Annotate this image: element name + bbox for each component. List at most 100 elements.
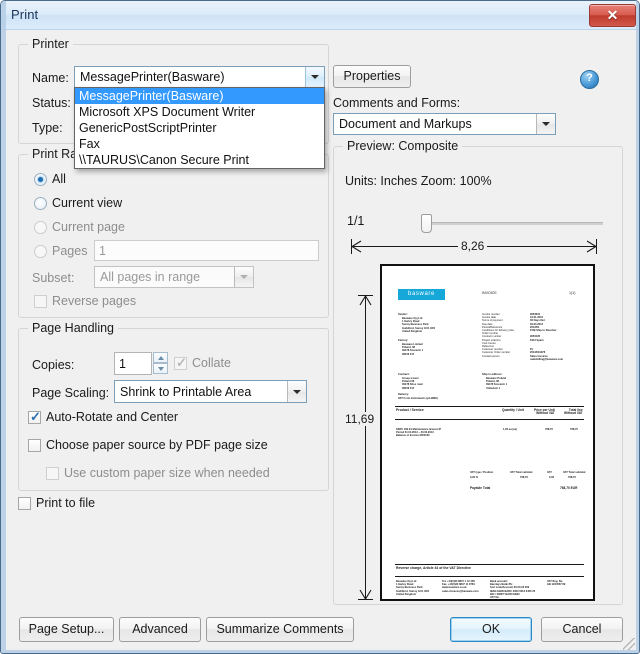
page-setup-button[interactable]: Page Setup...: [19, 617, 114, 642]
comments-and-forms-combo[interactable]: Document and Markups: [333, 113, 556, 135]
print-dialog-window: Print ✕ Printer Name: Status: Type: Mess…: [0, 0, 640, 654]
dialog-client-area: Printer Name: Status: Type: MessagePrint…: [6, 30, 636, 650]
ok-button[interactable]: OK: [450, 617, 532, 642]
page-scaling-combo-arrow[interactable]: [287, 381, 306, 402]
collate-label: Collate: [192, 356, 231, 370]
preview-height-label: 11,69: [342, 412, 378, 426]
chevron-down-icon: [311, 75, 319, 79]
invoice-line-item-qty: 1,00 ea (ea): [503, 428, 517, 431]
title-bar: Print ✕: [1, 1, 639, 30]
radio-current-page: [34, 221, 47, 234]
custom-paper-checkbox: [46, 467, 59, 480]
subset-label: Subset:: [32, 271, 75, 285]
width-arrow-left-icon: [351, 240, 362, 253]
collate-checkbox: ✓: [174, 356, 187, 370]
preview-units-zoom: Units: Inches Zoom: 100%: [345, 174, 492, 188]
invoice-vat-row-type: 0,00 %: [470, 476, 479, 479]
preview-zoom-slider-track[interactable]: [425, 222, 603, 225]
invoice-payable-label: Payable Total: [470, 486, 491, 490]
printer-group-legend: Printer: [28, 37, 73, 51]
preview-page[interactable]: basware INVOICE 1(1) Sender: Basware Oyj…: [380, 264, 595, 601]
radio-current-page-label: Current page: [52, 220, 125, 234]
height-dimension-line: [365, 295, 366, 600]
copies-stepper-up[interactable]: [153, 352, 168, 363]
printer-name-value: MessagePrinter(Basware): [80, 70, 225, 84]
invoice-contract-lines: Group a level Poland 08 09178 Silos road…: [402, 377, 423, 390]
custom-paper-label: Use custom paper size when needed: [64, 466, 270, 480]
help-icon[interactable]: ?: [580, 70, 599, 89]
close-button[interactable]: ✕: [589, 4, 636, 27]
comments-and-forms-combo-arrow[interactable]: [536, 114, 555, 134]
invoice-delivery-heading: Delivery:: [398, 393, 409, 396]
radio-all[interactable]: [34, 173, 47, 186]
printer-dropdown-list[interactable]: MessagePrinter(Basware) Microsoft XPS Do…: [74, 87, 325, 169]
invoice-col-product: Product / Service: [396, 408, 424, 412]
height-arrow-up-icon: [359, 295, 372, 306]
invoice-factory-heading: Factory:: [398, 339, 409, 342]
advanced-button[interactable]: Advanced: [119, 617, 201, 642]
invoice-table-rule-bottom: [395, 419, 584, 420]
preview-zoom-slider-thumb[interactable]: [421, 214, 432, 233]
properties-button[interactable]: Properties: [333, 65, 411, 88]
chevron-down-icon: [293, 389, 301, 394]
summarize-comments-button[interactable]: Summarize Comments: [206, 617, 354, 642]
printer-option-1[interactable]: Microsoft XPS Document Writer: [75, 104, 324, 120]
resize-grip[interactable]: [623, 638, 635, 650]
chevron-down-icon: [542, 122, 550, 126]
width-arrow-right-icon: [586, 240, 597, 253]
chevron-down-icon: [240, 275, 248, 279]
invoice-vat-header-total: VAT Total subtotal: [563, 471, 586, 474]
close-icon: ✕: [606, 7, 619, 23]
invoice-vat-row-subtotal: 768,70: [520, 476, 528, 479]
radio-current-view-label: Current view: [52, 196, 123, 210]
invoice-col-total: Total line Without VAT: [564, 408, 583, 416]
printer-name-combo-arrow[interactable]: [305, 67, 324, 87]
radio-pages-label: Pages: [52, 244, 88, 258]
invoice-vat-header-subtotal: VAT Total subtotal: [510, 471, 533, 474]
preview-width-label: 8,26: [458, 239, 488, 253]
invoice-page-no: 1(1): [569, 291, 576, 295]
preview-group-legend: Preview: Composite: [343, 139, 463, 153]
invoice-payable-value: 768,70 EUR: [560, 486, 578, 490]
printer-option-4[interactable]: \\TAURUS\Canon Secure Print: [75, 152, 324, 168]
invoice-footer-col-0: Basware Oyj Ltd 1 Harley Road Sunny Busi…: [396, 580, 430, 596]
invoice-vat-row-total: 768,70: [568, 476, 576, 479]
page-handling-group-legend: Page Handling: [28, 321, 119, 335]
triangle-up-icon: [157, 356, 164, 360]
checkmark-icon: ✓: [30, 409, 41, 424]
copies-stepper[interactable]: [153, 352, 168, 374]
invoice-vat-row-vat: 0,00: [549, 476, 555, 479]
printer-option-0[interactable]: MessagePrinter(Basware): [75, 88, 324, 104]
auto-rotate-checkbox[interactable]: ✓: [28, 409, 41, 424]
invoice-table-rule-top: [395, 406, 584, 407]
paper-source-label: Choose paper source by PDF page size: [46, 438, 268, 452]
radio-current-view[interactable]: [34, 197, 47, 210]
invoice-logo: basware: [398, 289, 445, 300]
copies-input[interactable]: 1: [114, 352, 152, 375]
printer-name-combo[interactable]: MessagePrinter(Basware): [74, 66, 325, 88]
printer-option-3[interactable]: Fax: [75, 136, 324, 152]
copies-stepper-down[interactable]: [153, 363, 168, 374]
comments-and-forms-value: Document and Markups: [339, 117, 472, 131]
cancel-button[interactable]: Cancel: [541, 617, 623, 642]
pages-input[interactable]: 1: [94, 240, 319, 261]
printer-type-label: Type:: [32, 121, 63, 135]
triangle-down-icon: [157, 367, 164, 371]
invoice-footer-col-3: VAT Reg. No. GB 1234567 89: [547, 580, 566, 587]
page-scaling-value: Shrink to Printable Area: [120, 384, 252, 399]
page-scaling-combo[interactable]: Shrink to Printable Area: [114, 380, 307, 403]
print-to-file-checkbox[interactable]: [18, 497, 31, 510]
help-icon-glyph: ?: [586, 72, 593, 84]
printer-option-2[interactable]: GenericPostScriptPrinter: [75, 120, 324, 136]
printer-name-label: Name:: [32, 71, 69, 85]
invoice-contract-heading: Contract:: [398, 373, 410, 376]
preview-page-counter: 1/1: [347, 214, 365, 228]
invoice-line-item-price: 768,70: [545, 428, 553, 431]
page-scaling-label: Page Scaling:: [32, 386, 110, 400]
invoice-sender-heading: Sender:: [398, 313, 408, 316]
paper-source-checkbox[interactable]: [28, 439, 41, 452]
invoice-factory-lines: Basware Limited Poland, 08 09178 Szczeci…: [402, 343, 424, 356]
height-arrow-down-icon: [359, 589, 372, 600]
radio-all-label: All: [52, 172, 66, 186]
invoice-footer-col-1: Tel. +44(0)20 8847 1 12 456 Fax. +44(0)2…: [442, 580, 479, 593]
